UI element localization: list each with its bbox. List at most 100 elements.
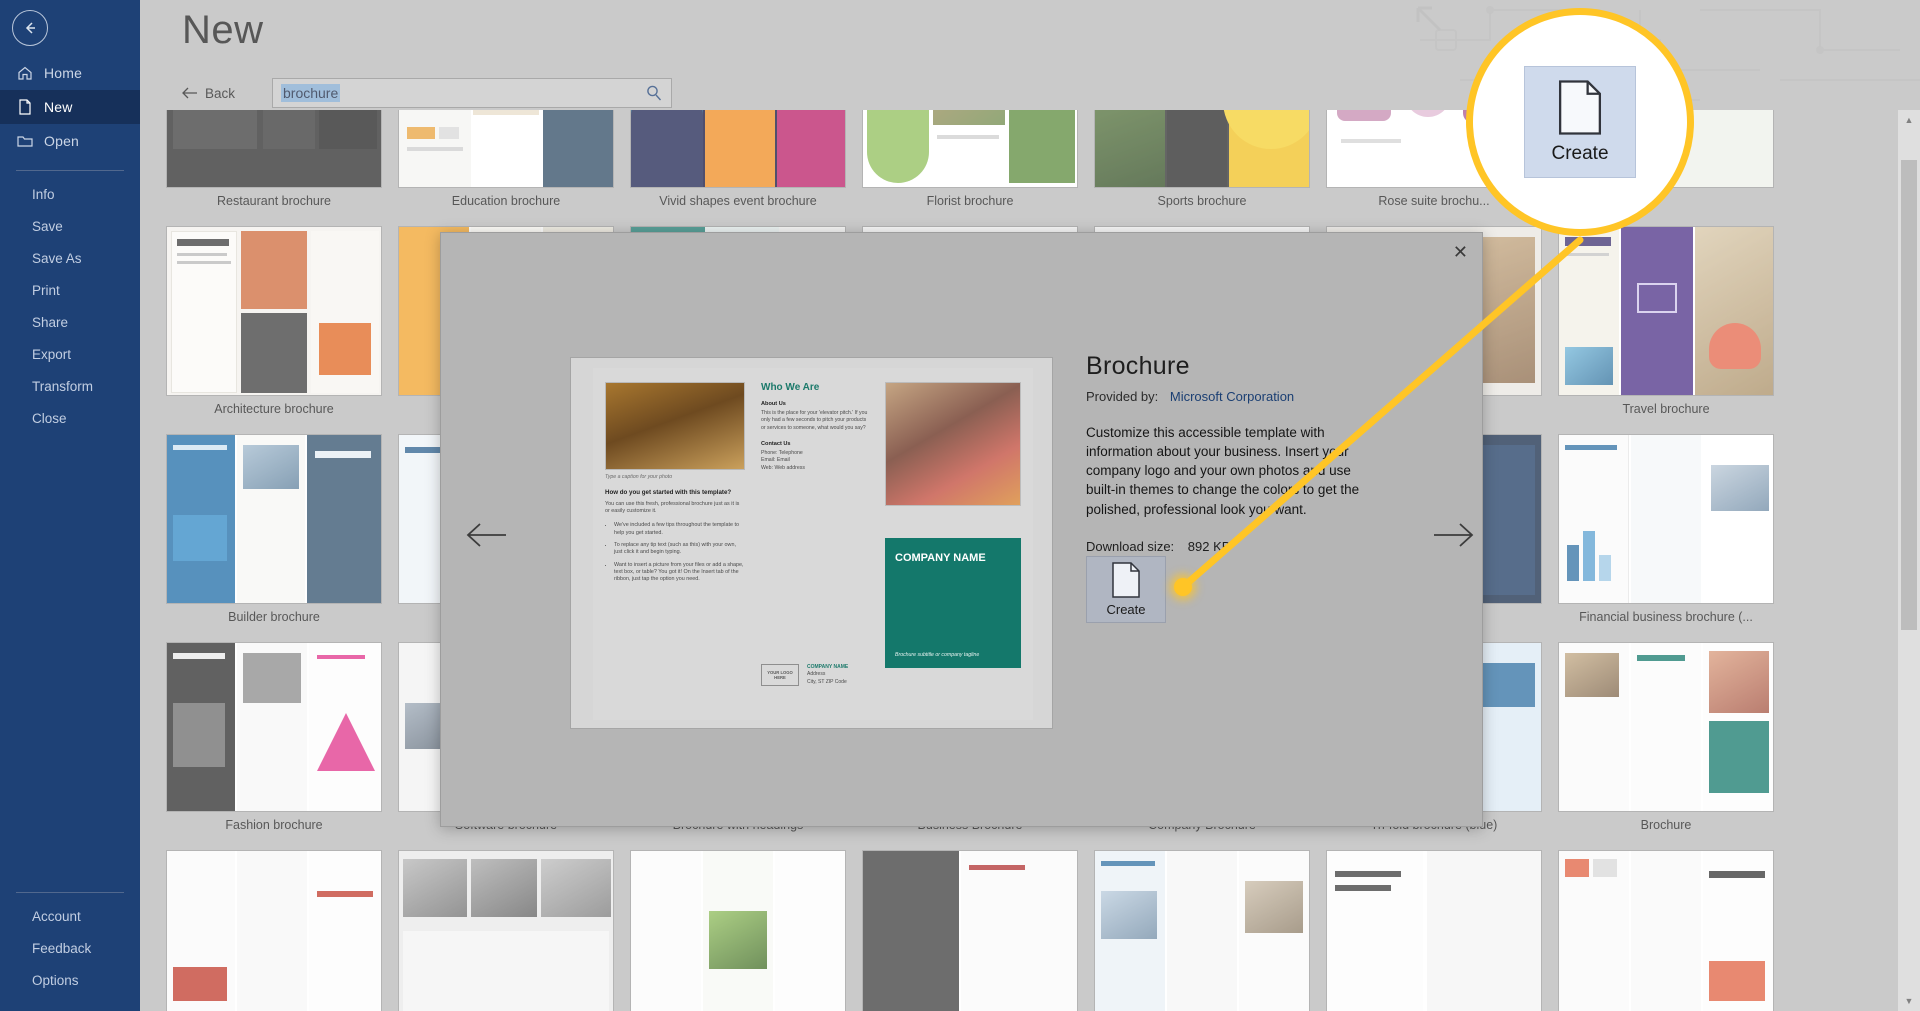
template-card[interactable]: Sports brochure: [1094, 110, 1310, 208]
template-label: Restaurant brochure: [217, 194, 331, 208]
chevron-down-icon[interactable]: ▼: [1898, 991, 1920, 1011]
sidebar-divider-top: [16, 170, 124, 171]
template-thumbnail[interactable]: [1558, 850, 1774, 1011]
template-label: Fashion brochure: [225, 818, 323, 832]
template-card[interactable]: Florist brochure: [862, 110, 1078, 208]
magnified-create-button[interactable]: Create: [1524, 66, 1636, 178]
sidebar-item-options[interactable]: Options: [0, 965, 140, 997]
template-card[interactable]: Builder brochure: [166, 434, 382, 624]
backstage-sidebar: Home New Open Info Save Save As Print Sh…: [0, 0, 140, 1011]
open-folder-icon: [16, 132, 34, 150]
sidebar-item-transform[interactable]: Transform: [0, 371, 140, 403]
preview-photo-caption: Type a caption for your photo: [605, 474, 673, 480]
close-icon[interactable]: ✕: [1453, 243, 1468, 261]
sidebar-item-label: New: [44, 99, 73, 115]
template-thumbnail[interactable]: [166, 642, 382, 812]
template-thumbnail[interactable]: [1558, 226, 1774, 396]
template-thumbnail[interactable]: [398, 110, 614, 188]
gallery-scrollbar[interactable]: ▲ ▼: [1898, 110, 1920, 1011]
template-label: Architecture brochure: [214, 402, 334, 416]
template-card[interactable]: Education brochure: [398, 110, 614, 208]
new-document-icon: [1558, 79, 1602, 135]
template-label: Sports brochure: [1157, 194, 1247, 208]
sidebar-item-feedback[interactable]: Feedback: [0, 933, 140, 965]
previous-template-arrow[interactable]: [466, 520, 508, 556]
back-circle-button[interactable]: [12, 10, 48, 46]
template-label: Education brochure: [451, 194, 561, 208]
template-thumbnail[interactable]: [398, 850, 614, 1011]
create-button[interactable]: Create: [1086, 556, 1166, 623]
template-card[interactable]: [1094, 850, 1310, 1011]
callout-anchor-dot: [1174, 578, 1192, 596]
preview-footer-company: COMPANY NAME: [807, 664, 849, 670]
template-thumbnail[interactable]: [630, 110, 846, 188]
next-template-arrow[interactable]: [1432, 520, 1474, 556]
preview-logo-placeholder: YOUR LOGO HERE: [761, 664, 799, 686]
home-icon: [16, 64, 34, 82]
template-thumbnail[interactable]: [862, 110, 1078, 188]
search-icon[interactable]: [645, 84, 663, 107]
template-thumbnail[interactable]: [630, 850, 846, 1011]
sidebar-item-close[interactable]: Close: [0, 403, 140, 435]
magnified-create-label: Create: [1551, 142, 1609, 164]
template-card[interactable]: [1558, 850, 1774, 1011]
preview-footer-address: Address: [807, 671, 826, 678]
template-card[interactable]: [630, 850, 846, 1011]
template-card[interactable]: Vivid shapes event brochure: [630, 110, 846, 208]
template-thumbnail[interactable]: [1326, 850, 1542, 1011]
new-document-icon: [1112, 562, 1140, 598]
scrollbar-thumb[interactable]: [1901, 160, 1917, 630]
sidebar-item-open[interactable]: Open: [0, 124, 140, 158]
template-card[interactable]: Financial business brochure (...: [1558, 434, 1774, 624]
template-card[interactable]: Architecture brochure: [166, 226, 382, 416]
template-label: Brochure: [1640, 818, 1692, 832]
back-link[interactable]: Back: [182, 86, 260, 101]
template-thumbnail[interactable]: [1094, 850, 1310, 1011]
preview-contact-phone: Phone: Telephone: [761, 449, 803, 456]
template-thumbnail[interactable]: [1094, 110, 1310, 188]
template-thumbnail[interactable]: [166, 434, 382, 604]
template-thumbnail[interactable]: [1558, 642, 1774, 812]
sidebar-item-share[interactable]: Share: [0, 307, 140, 339]
template-card[interactable]: [398, 850, 614, 1011]
template-card[interactable]: Restaurant brochure: [166, 110, 382, 208]
list-item: To replace any tip text (such as this) w…: [614, 542, 745, 557]
sidebar-item-print[interactable]: Print: [0, 275, 140, 307]
template-thumbnail[interactable]: [166, 850, 382, 1011]
page-title: New: [182, 8, 264, 52]
template-card[interactable]: Travel brochure: [1558, 226, 1774, 416]
sidebar-item-save-as[interactable]: Save As: [0, 243, 140, 275]
template-card[interactable]: Fashion brochure: [166, 642, 382, 832]
sidebar-item-label: Open: [44, 133, 80, 149]
sidebar-item-account[interactable]: Account: [0, 901, 140, 933]
sidebar-item-new[interactable]: New: [0, 90, 140, 124]
search-row: Back brochure: [182, 78, 672, 108]
chevron-up-icon[interactable]: ▲: [1898, 110, 1920, 130]
preview-body-left: You can use this fresh, professional bro…: [605, 500, 740, 515]
preview-contact-label: Contact Us: [761, 440, 791, 447]
template-label: Financial business brochure (...: [1579, 610, 1753, 624]
sidebar-item-home[interactable]: Home: [0, 56, 140, 90]
provided-by-value: Microsoft Corporation: [1169, 389, 1295, 404]
sidebar-item-save[interactable]: Save: [0, 211, 140, 243]
sidebar-item-export[interactable]: Export: [0, 339, 140, 371]
preview-contact-web: Web: Web address: [761, 464, 805, 471]
template-card[interactable]: [166, 850, 382, 1011]
template-label: Florist brochure: [926, 194, 1014, 208]
new-document-icon: [16, 98, 34, 116]
sidebar-divider-bottom: [16, 892, 124, 893]
template-card[interactable]: [1326, 850, 1542, 1011]
provided-by-label: Provided by:: [1086, 389, 1159, 404]
sidebar-item-info[interactable]: Info: [0, 179, 140, 211]
template-thumbnail[interactable]: [166, 226, 382, 396]
template-card[interactable]: [862, 850, 1078, 1011]
template-label: Vivid shapes event brochure: [659, 194, 817, 208]
template-thumbnail[interactable]: [166, 110, 382, 188]
template-description: Customize this accessible template with …: [1086, 425, 1360, 517]
template-card[interactable]: Brochure: [1558, 642, 1774, 832]
template-label: Builder brochure: [228, 610, 320, 624]
back-arrow-icon: [25, 22, 35, 34]
template-thumbnail[interactable]: [862, 850, 1078, 1011]
search-input[interactable]: brochure: [272, 78, 672, 108]
template-thumbnail[interactable]: [1558, 434, 1774, 604]
